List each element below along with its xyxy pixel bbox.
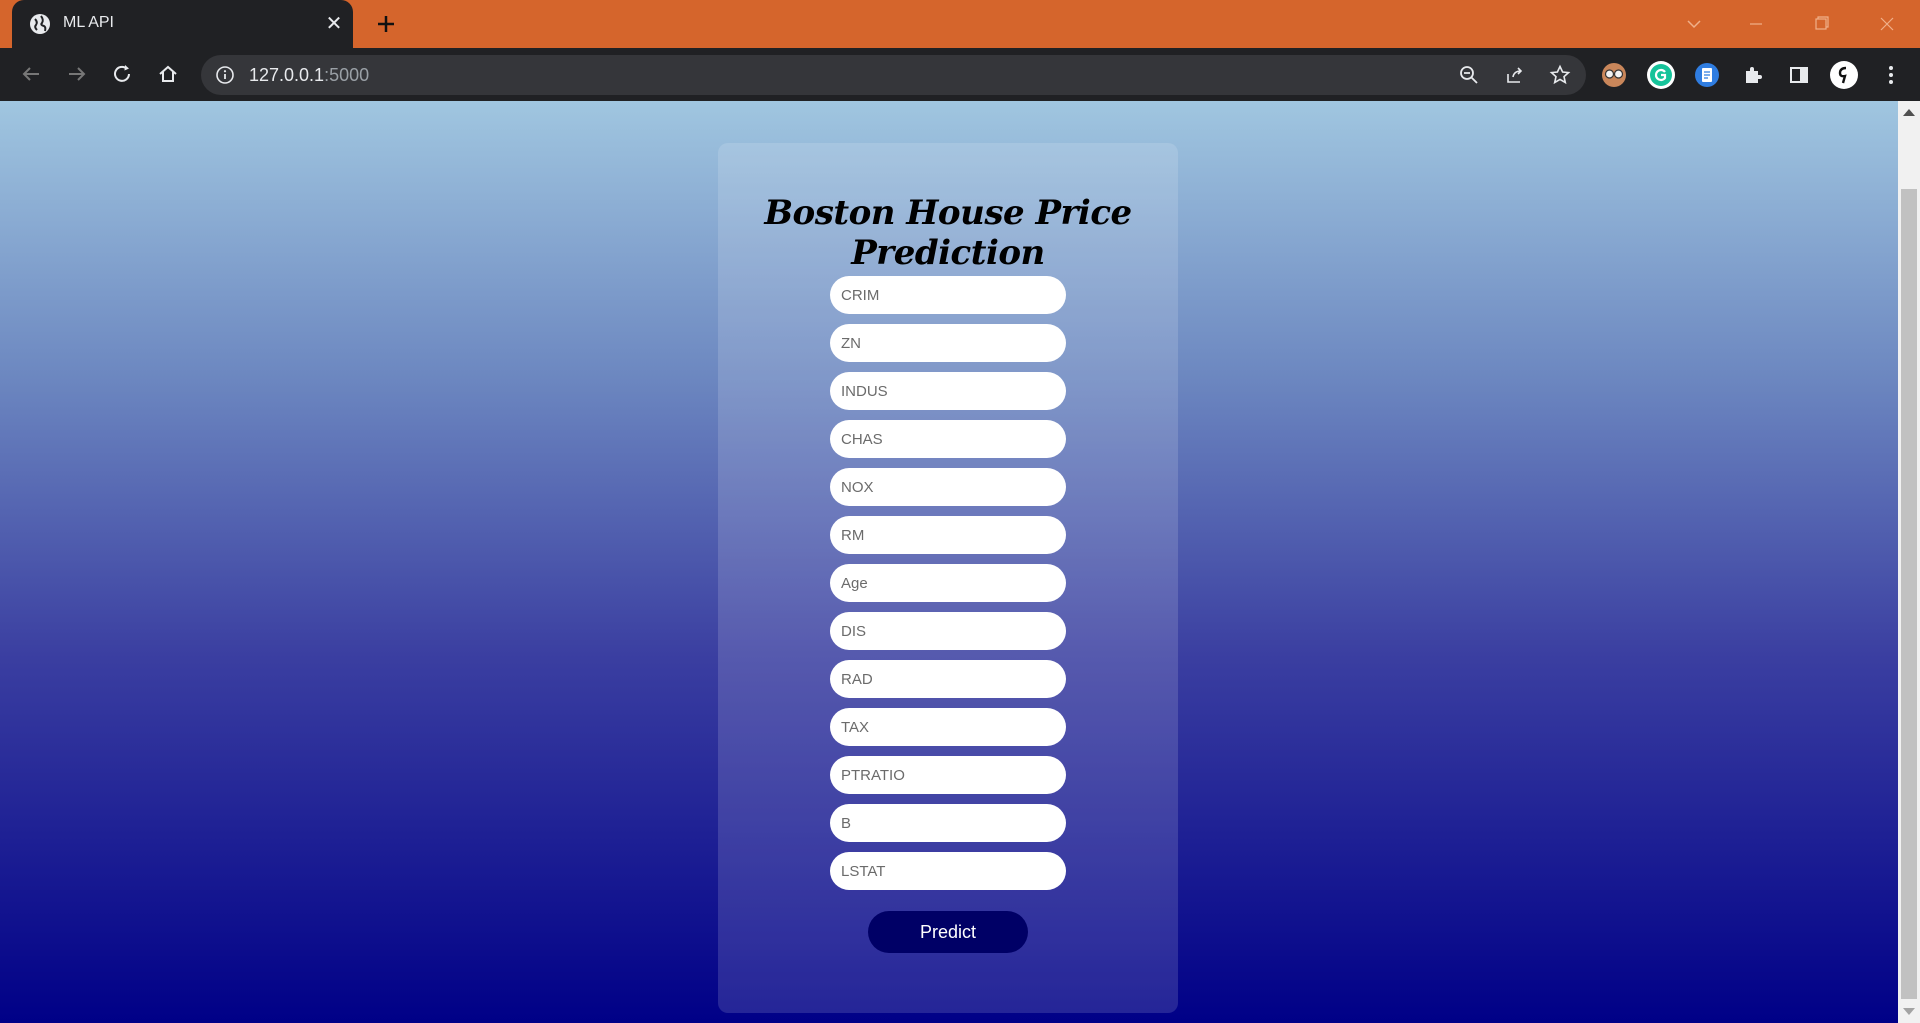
profile-avatar-icon[interactable]	[1829, 60, 1859, 90]
address-bar[interactable]: 127.0.0.1:5000	[201, 55, 1586, 95]
globe-icon	[30, 14, 50, 34]
side-panel-icon[interactable]	[1784, 60, 1814, 90]
tax-input[interactable]	[830, 708, 1066, 746]
close-window-icon[interactable]	[1873, 10, 1901, 38]
url-text: 127.0.0.1:5000	[249, 65, 369, 86]
back-icon[interactable]	[17, 60, 45, 88]
forward-icon[interactable]	[63, 60, 91, 88]
nox-input[interactable]	[830, 468, 1066, 506]
site-info-icon[interactable]	[215, 65, 235, 85]
rm-input[interactable]	[830, 516, 1066, 554]
close-tab-icon[interactable]: ✕	[322, 12, 346, 36]
ptratio-input[interactable]	[830, 756, 1066, 794]
minimize-icon[interactable]	[1742, 10, 1770, 38]
restore-icon[interactable]	[1808, 10, 1836, 38]
rad-input[interactable]	[830, 660, 1066, 698]
url-port: :5000	[324, 65, 370, 85]
tab-search-icon[interactable]	[1680, 10, 1708, 38]
dis-input[interactable]	[830, 612, 1066, 650]
age-input[interactable]	[830, 564, 1066, 602]
menu-dots-icon[interactable]	[1876, 60, 1906, 90]
extension-avatar-icon[interactable]	[1599, 60, 1629, 90]
extensions-puzzle-icon[interactable]	[1738, 60, 1768, 90]
scroll-up-arrow-icon[interactable]	[1903, 109, 1915, 116]
lstat-input[interactable]	[830, 852, 1066, 890]
url-host: 127.0.0.1	[249, 65, 325, 85]
scroll-thumb[interactable]	[1901, 189, 1917, 999]
reload-icon[interactable]	[108, 60, 136, 88]
zoom-out-icon[interactable]	[1458, 64, 1480, 86]
crim-input[interactable]	[830, 276, 1066, 314]
share-icon[interactable]	[1504, 64, 1526, 86]
b-input[interactable]	[830, 804, 1066, 842]
docs-extension-icon[interactable]	[1692, 60, 1722, 90]
chas-input[interactable]	[830, 420, 1066, 458]
prediction-form-card: Boston House Price Prediction Predict	[718, 143, 1178, 1013]
browser-tab[interactable]: ML API ✕	[12, 0, 353, 48]
bookmark-star-icon[interactable]	[1549, 64, 1571, 86]
tab-title: ML API	[63, 14, 114, 31]
zn-input[interactable]	[830, 324, 1066, 362]
new-tab-icon[interactable]	[372, 10, 400, 38]
page-scrollbar[interactable]	[1898, 101, 1920, 1023]
grammarly-icon[interactable]	[1646, 60, 1676, 90]
browser-toolbar: 127.0.0.1:5000	[0, 48, 1920, 101]
tab-strip: ML API ✕	[0, 0, 1920, 48]
page-viewport: Boston House Price Prediction Predict	[0, 101, 1898, 1023]
page-title: Boston House Price Prediction	[764, 193, 1132, 273]
scroll-down-arrow-icon[interactable]	[1903, 1008, 1915, 1015]
home-icon[interactable]	[154, 60, 182, 88]
indus-input[interactable]	[830, 372, 1066, 410]
predict-button[interactable]: Predict	[868, 911, 1028, 953]
